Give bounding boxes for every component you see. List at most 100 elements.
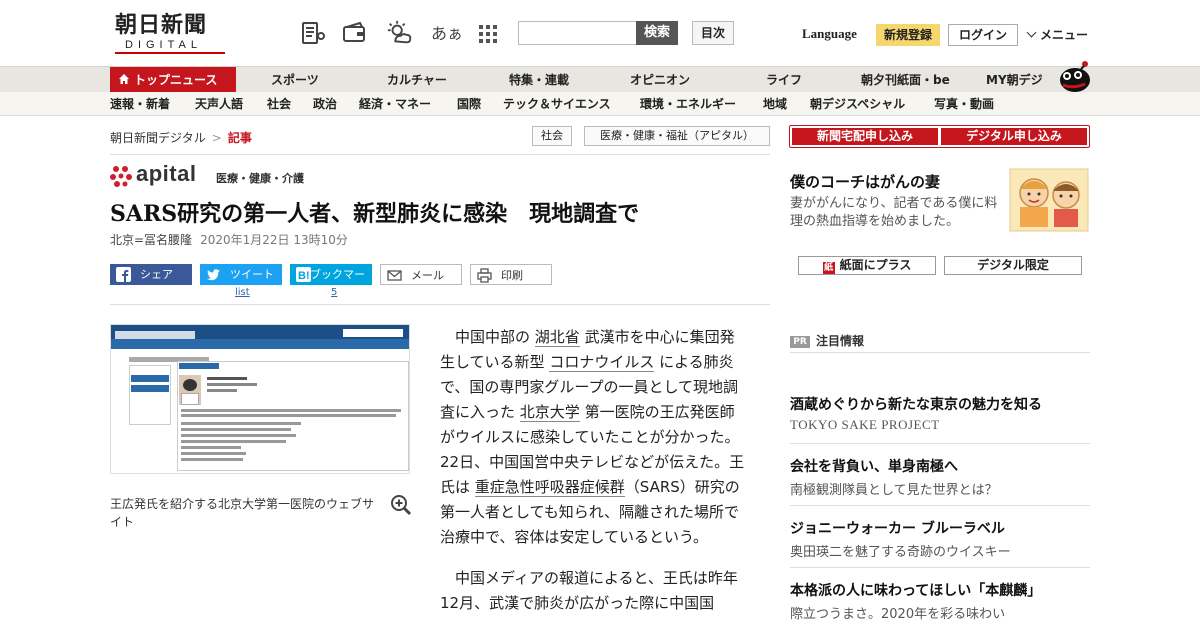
nav2-tenseijingo[interactable]: 天声人語 [195, 92, 243, 116]
chevron-down-icon [1026, 27, 1037, 38]
logo-main-text: 朝日新聞 [115, 12, 208, 38]
paper-plus-button[interactable]: 紙紙面にプラス [798, 256, 936, 275]
breadcrumb-home[interactable]: 朝日新聞デジタル [110, 131, 206, 145]
tag-apital[interactable]: 医療・健康・福祉（アピタル） [584, 126, 770, 146]
wallet-icon[interactable] [342, 20, 368, 46]
divider [110, 154, 770, 155]
newspaper-icon[interactable] [300, 20, 326, 46]
nav-my-asadigi[interactable]: MY朝デジ [986, 67, 1043, 93]
subscribe-paper-button[interactable]: 新聞宅配申し込み [792, 128, 938, 145]
promo-description[interactable]: 妻ががんになり、記者である僕に料理の熱血指導を始めました。 [790, 195, 1010, 231]
twitter-count[interactable]: list [235, 287, 250, 298]
nav-culture[interactable]: カルチャー [387, 67, 447, 93]
tag-society[interactable]: 社会 [532, 126, 572, 146]
breadcrumb-separator: > [211, 131, 222, 145]
ad-title[interactable]: ジョニーウォーカー ブルーラベル [790, 518, 1005, 538]
breadcrumb: 朝日新聞デジタル > 記事 [110, 129, 252, 146]
photo-text-line [181, 446, 241, 449]
mail-share-label: メール [411, 269, 444, 282]
toc-button[interactable]: 目次 [692, 21, 734, 45]
nav-features[interactable]: 特集・連載 [509, 67, 569, 93]
photo-portrait-hair [183, 379, 197, 391]
divider [110, 304, 770, 305]
nav2-economy[interactable]: 経済・マネー [359, 92, 431, 116]
divider [790, 352, 1090, 353]
breadcrumb-current: 記事 [227, 131, 252, 145]
paper-plus-icon: 紙 [822, 262, 835, 274]
language-link[interactable]: Language [802, 26, 857, 42]
ad-title[interactable]: 酒蔵めぐりから新たな東京の魅力を知る [790, 394, 1042, 414]
facebook-icon [116, 267, 131, 282]
nav2-photo-video[interactable]: 写真・動画 [934, 92, 994, 116]
menu-button[interactable]: メニュー [1026, 26, 1089, 43]
pr-badge: PR [790, 336, 810, 348]
nav2-tech[interactable]: テック＆サイエンス [503, 92, 611, 116]
nav-opinion[interactable]: オピニオン [630, 67, 690, 93]
nav-sports[interactable]: スポーツ [271, 67, 319, 93]
mascot-icon[interactable] [1055, 58, 1091, 92]
keyword-link-hubei[interactable]: 湖北省 [534, 328, 580, 347]
divider [790, 443, 1090, 444]
subscribe-digital-button[interactable]: デジタル申し込み [941, 128, 1087, 145]
hatena-count[interactable]: 5 [331, 287, 337, 298]
promo-title[interactable]: 僕のコーチはがんの妻 [790, 171, 940, 192]
publish-date: 2020年1月22日 13時10分 [200, 233, 348, 247]
site-logo[interactable]: 朝日新聞 DIGITAL [115, 12, 230, 56]
apps-grid-icon[interactable] [476, 22, 500, 46]
nav-life[interactable]: ライフ [766, 67, 802, 93]
nav2-regional[interactable]: 地域 [763, 92, 787, 116]
print-icon [477, 268, 492, 283]
search-input[interactable] [518, 21, 638, 45]
mail-share-button[interactable]: メール [380, 264, 462, 285]
nav-paper[interactable]: 朝夕刊紙面・be [861, 67, 950, 93]
hatena-icon: B! [296, 267, 311, 282]
digital-only-button[interactable]: デジタル限定 [944, 256, 1082, 275]
zoom-in-icon[interactable] [390, 494, 412, 516]
ad-subtitle[interactable]: 南極観測隊員として見た世界とは？ [790, 479, 998, 498]
nav2-society[interactable]: 社会 [267, 92, 291, 116]
login-button[interactable]: ログイン [948, 24, 1018, 46]
ad-title[interactable]: 本格派の人に味わってほしい「本麒麟」 [790, 580, 1041, 600]
article-body: 中国中部の 湖北省 武漢市を中心に集団発生している新型 コロナウイルス による肺… [440, 325, 745, 632]
font-size-icon[interactable]: あぁ [431, 20, 463, 44]
author: 北京=冨名腰隆 [110, 233, 193, 247]
photo-caption: 王広発氏を紹介する北京大学第一医院のウェブサイト [110, 497, 375, 529]
nav2-international[interactable]: 国際 [457, 92, 481, 116]
menu-label: メニュー [1040, 28, 1089, 42]
print-button[interactable]: 印刷 [470, 264, 552, 285]
nav2-special[interactable]: 朝デジスペシャル [810, 92, 905, 116]
keyword-link-sars[interactable]: 重症急性呼吸器症候群 [474, 478, 625, 497]
ad-subtitle[interactable]: 奥田瑛二を魅了する奇跡のウイスキー [790, 541, 1011, 560]
svg-text:B!: B! [298, 270, 310, 282]
photo-text-line [181, 440, 286, 443]
nav2-breaking[interactable]: 速報・新着 [110, 92, 170, 116]
promo-illustration[interactable] [1008, 167, 1090, 233]
divider [790, 567, 1090, 568]
twitter-share-button[interactable]: ツイート [200, 264, 282, 285]
photo-text-line [207, 377, 247, 380]
twitter-share-label: ツイート [230, 268, 274, 281]
weather-icon[interactable] [386, 20, 412, 46]
keyword-link-peking-university[interactable]: 北京大学 [519, 403, 580, 422]
photo-text-line [181, 414, 396, 417]
keyword-link-coronavirus[interactable]: コロナウイルス [549, 353, 655, 372]
apital-word: apital [136, 161, 197, 186]
logo-sub-text: DIGITAL [115, 38, 225, 54]
nav-top-news[interactable]: トップニュース [110, 67, 236, 93]
signup-button[interactable]: 新規登録 [876, 24, 940, 46]
photo-text-line [181, 422, 301, 425]
facebook-share-button[interactable]: シェア [110, 264, 192, 285]
photo-text-line [207, 383, 257, 386]
nav2-politics[interactable]: 政治 [313, 92, 337, 116]
search-button[interactable]: 検索 [636, 21, 678, 45]
hatena-bookmark-button[interactable]: B! ブックマーク [290, 264, 372, 302]
photo-site-search [343, 329, 403, 337]
ad-subtitle[interactable]: TOKYO SAKE PROJECT [790, 417, 940, 433]
primary-nav: トップニュース スポーツ カルチャー 特集・連載 オピニオン ライフ 朝夕刊紙面… [0, 66, 1200, 93]
nav2-environment[interactable]: 環境・エネルギー [640, 92, 736, 116]
ad-subtitle[interactable]: 際立つうまさ。2020年を彩る味わい [790, 603, 1005, 622]
ad-title[interactable]: 会社を背負い、単身南極へ [790, 456, 958, 476]
article-title: SARS研究の第一人者、新型肺炎に感染 現地調査で [110, 201, 640, 227]
apital-subtitle: 医療・健康・介護 [216, 172, 304, 185]
article-photo[interactable] [110, 324, 410, 474]
